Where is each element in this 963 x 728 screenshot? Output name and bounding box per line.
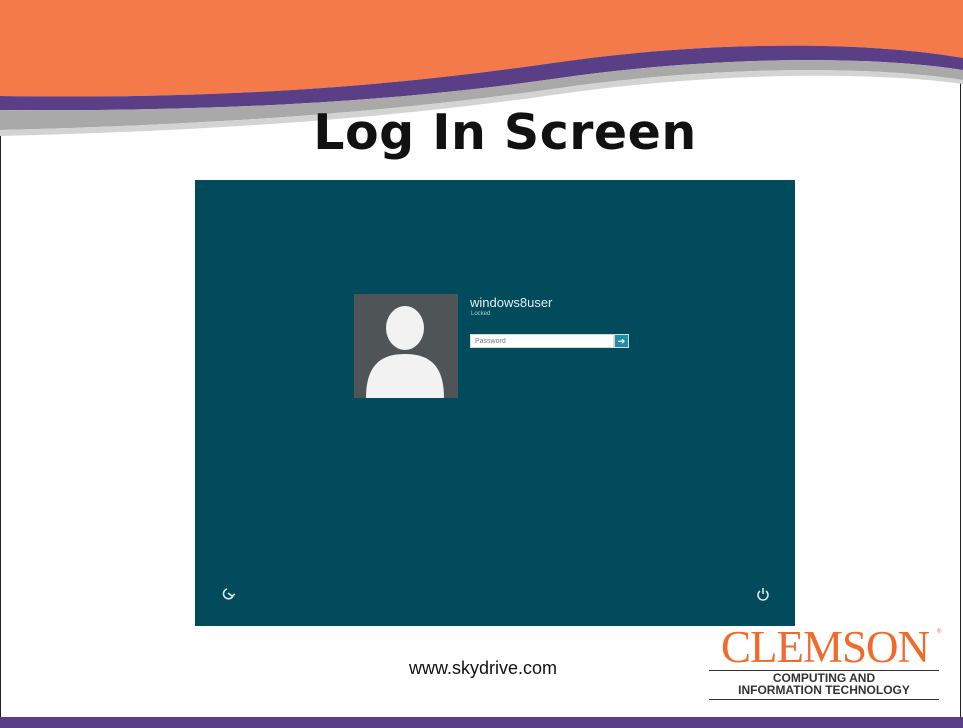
- footer-bar: [0, 717, 963, 728]
- power-icon[interactable]: [756, 587, 770, 601]
- logo-subtitle: COMPUTING AND INFORMATION TECHNOLOGY: [709, 672, 939, 696]
- submit-arrow-button[interactable]: ➔: [614, 334, 629, 348]
- ease-of-access-icon[interactable]: [222, 587, 236, 601]
- url-caption: www.skydrive.com: [408, 658, 558, 678]
- password-input[interactable]: [470, 334, 614, 348]
- registered-mark: ®: [937, 629, 942, 635]
- windows-lock-screen: windows8user Locked ➔: [195, 180, 795, 626]
- password-row: ➔: [470, 334, 629, 348]
- logo-divider: [709, 699, 939, 700]
- user-silhouette-icon: [354, 294, 458, 398]
- slide-title: Log In Screen: [313, 104, 697, 161]
- user-avatar: [354, 294, 458, 398]
- logo-line-2: INFORMATION TECHNOLOGY: [738, 683, 910, 697]
- username-label: windows8user: [470, 295, 553, 310]
- clemson-logo: CLEMSON: [720, 622, 930, 672]
- account-status: Locked: [471, 311, 491, 317]
